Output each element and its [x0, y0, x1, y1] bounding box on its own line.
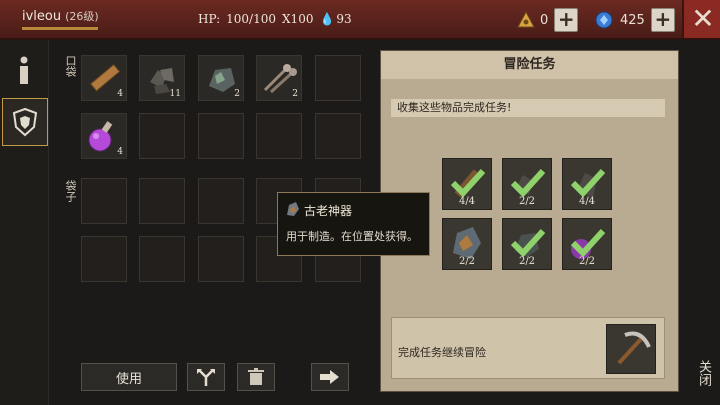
drop-value: 93 — [336, 12, 352, 26]
pocket-slot-6[interactable]: 4 — [81, 113, 127, 159]
item-count: 2 — [292, 89, 298, 99]
pocket-slot-9[interactable] — [256, 113, 302, 159]
pocket-slot-8[interactable] — [198, 113, 244, 159]
xp-bar — [22, 27, 98, 30]
quest-item-1[interactable]: 4/4 — [442, 158, 492, 210]
triangle-currency: 0 + — [516, 8, 579, 32]
tooltip-body: 用于制造。在位置处获得。 — [286, 230, 418, 243]
quest-item-count: 4/4 — [578, 196, 596, 207]
quest-item-5[interactable]: 2/2 — [502, 218, 552, 270]
hp-value: 100/100 — [226, 12, 277, 26]
triangle-currency-value: 0 — [540, 12, 549, 28]
close-button[interactable]: 关闭 — [687, 340, 720, 405]
gem-currency: 425 + — [594, 8, 675, 32]
pocket-slot-10[interactable] — [315, 113, 361, 159]
hp-label: HP: — [198, 12, 221, 26]
tab-shield[interactable] — [2, 98, 48, 146]
move-button[interactable] — [311, 363, 349, 391]
split-button[interactable] — [187, 363, 225, 391]
quest-item-4[interactable]: 2/2 — [442, 218, 492, 270]
ancient-artifact-icon — [287, 202, 299, 216]
bag-slot[interactable] — [139, 236, 185, 282]
pickaxe-icon — [617, 331, 651, 365]
bag-slot[interactable] — [198, 178, 244, 224]
add-gem-button[interactable]: + — [650, 8, 675, 32]
quest-item-count: 2/2 — [518, 196, 536, 207]
player-name: ivleou (26级) — [22, 8, 99, 24]
quest-item-count: 2/2 — [518, 256, 536, 267]
trash-icon — [248, 368, 264, 385]
close-icon[interactable]: ✕ — [682, 0, 720, 38]
pocket-slot-2[interactable]: 11 — [139, 55, 185, 101]
tooltip-title: 古老神器 — [304, 204, 353, 218]
quest-title: 冒险任务 — [381, 51, 678, 79]
left-tab-bar — [0, 40, 49, 405]
bag-label: 袋子 — [64, 180, 77, 202]
pocket-slot-7[interactable] — [139, 113, 185, 159]
item-count: 2 — [234, 89, 240, 99]
item-count: 11 — [169, 89, 181, 99]
stats-line: HP: 100/100 X100 💧 93 — [198, 12, 358, 26]
item-count: 4 — [117, 147, 123, 157]
use-button[interactable]: 使用 — [81, 363, 177, 391]
item-tooltip: 古老神器 用于制造。在位置处获得。 — [277, 192, 430, 256]
blue-gem-icon — [595, 11, 613, 29]
quest-reward[interactable] — [606, 324, 656, 374]
multiplier-label: X100 — [282, 12, 314, 26]
tab-info[interactable] — [2, 48, 46, 94]
trash-button[interactable] — [237, 363, 275, 391]
quest-description: 收集这些物品完成任务! — [391, 99, 665, 117]
quest-item-count: 2/2 — [458, 256, 476, 267]
gem-currency-value: 425 — [620, 12, 645, 28]
pocket-slot-5[interactable] — [315, 55, 361, 101]
player-name-text: ivleou — [22, 9, 62, 24]
pocket-slot-1[interactable]: 4 — [81, 55, 127, 101]
shield-icon — [12, 107, 38, 137]
quest-item-count: 4/4 — [458, 196, 476, 207]
split-arrow-icon — [197, 369, 215, 386]
add-triangle-button[interactable]: + — [554, 8, 579, 32]
quest-footer-text: 完成任务继续冒险 — [398, 346, 486, 359]
drop-icon: 💧 — [319, 12, 335, 26]
player-level: (26级) — [65, 10, 99, 23]
bag-slot[interactable] — [198, 236, 244, 282]
pocket-slot-4[interactable]: 2 — [256, 55, 302, 101]
quest-item-6[interactable]: 2/2 — [562, 218, 612, 270]
pocket-label: 口袋 — [64, 55, 77, 77]
pocket-slot-3[interactable]: 2 — [198, 55, 244, 101]
bag-slot[interactable] — [139, 178, 185, 224]
quest-item-2[interactable]: 2/2 — [502, 158, 552, 210]
quest-item-count: 2/2 — [578, 256, 596, 267]
item-count: 4 — [117, 89, 123, 99]
bag-slot[interactable] — [81, 178, 127, 224]
info-icon — [20, 56, 28, 84]
arrow-right-icon — [320, 370, 339, 384]
quest-footer: 完成任务继续冒险 — [391, 317, 665, 379]
triangle-currency-icon — [517, 10, 535, 28]
quest-item-3[interactable]: 4/4 — [562, 158, 612, 210]
bag-slot[interactable] — [81, 236, 127, 282]
